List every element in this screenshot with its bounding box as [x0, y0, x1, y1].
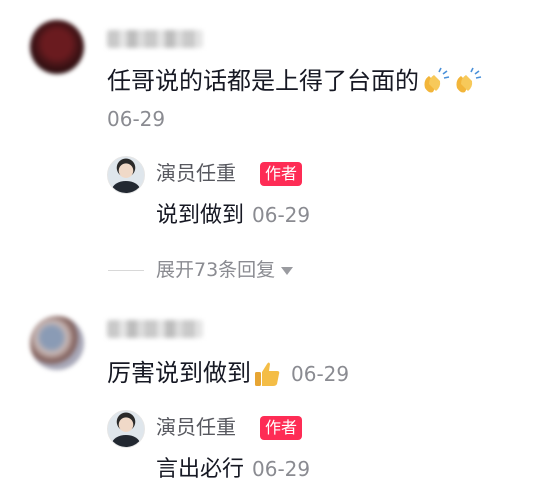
- reply-text: 言出必行 06-29: [156, 457, 311, 482]
- expand-replies-label: 展开73条回复: [156, 259, 276, 281]
- reply-date: 06-29: [252, 203, 311, 227]
- expand-replies-button[interactable]: 展开73条回复: [156, 258, 294, 282]
- avatar[interactable]: [30, 316, 84, 370]
- clapping-hands-icon: [456, 67, 482, 93]
- username-blurred[interactable]: [107, 320, 203, 338]
- reply-avatar[interactable]: [107, 410, 145, 448]
- reply-author-name[interactable]: 演员任重: [156, 414, 236, 440]
- reply-avatar[interactable]: [107, 156, 145, 194]
- chevron-down-icon: [281, 266, 294, 275]
- clapping-hands-icon: [424, 67, 450, 93]
- comment-item: 任哥说的话都是上得了台面的 06-29 演员任重 作者 说到做到 06-29 展开…: [0, 0, 556, 300]
- comment-date: 06-29: [107, 107, 166, 131]
- comment-item: 厉害说到做到 06-29 演员任重 作者 言出必行 06-29: [0, 300, 556, 504]
- reply-text: 说到做到 06-29: [156, 203, 311, 228]
- username-blurred[interactable]: [107, 30, 203, 48]
- author-badge: 作者: [260, 162, 303, 186]
- comment-date: 06-29: [291, 362, 350, 386]
- reply-author-name[interactable]: 演员任重: [156, 160, 236, 186]
- reply-date: 06-29: [252, 457, 311, 481]
- divider-line: [108, 270, 144, 271]
- thumbs-up-icon: [255, 362, 280, 386]
- comment-text: 任哥说的话都是上得了台面的: [107, 66, 483, 98]
- author-badge: 作者: [260, 416, 303, 440]
- avatar[interactable]: [30, 20, 84, 74]
- comment-text: 厉害说到做到 06-29: [107, 358, 349, 390]
